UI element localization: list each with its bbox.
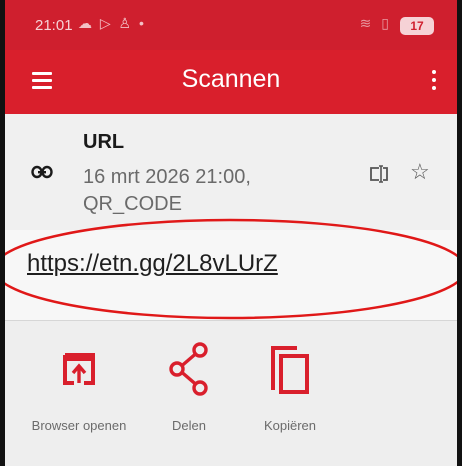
link-icon [31, 165, 53, 179]
url-content: https://etn.gg/2L8vLUrZ [5, 230, 457, 320]
app-bar: Scannen [0, 50, 462, 114]
open-browser-button[interactable]: Browser openen [29, 339, 129, 435]
battery-icon: 17 [400, 17, 434, 35]
result-type: URL [83, 131, 125, 153]
status-time: 21:01 [35, 17, 73, 34]
share-label: Delen [172, 418, 206, 433]
favorite-star-icon[interactable]: ☆ [410, 161, 430, 183]
copy-label: Kopiëren [263, 418, 317, 433]
share-button[interactable]: Delen [139, 339, 239, 435]
edit-text-icon[interactable] [369, 165, 389, 185]
copy-button[interactable]: Kopiëren [240, 339, 340, 435]
copy-icon [271, 346, 309, 394]
more-options-icon[interactable] [432, 70, 436, 90]
open-browser-label: Browser openen [31, 418, 127, 433]
app-screen: 21:01 ☁ ▷ ♙ • ≋ ▯ 17 Scannen URL 16 mrt … [0, 0, 462, 466]
signal-icons: ≋ ▯ [359, 15, 392, 31]
open-in-browser-icon [63, 353, 95, 385]
page-title: Scannen [181, 65, 281, 93]
notification-icons: ☁ ▷ ♙ • [78, 15, 146, 31]
result-header: URL 16 mrt 2026 21:00, QR_CODE ☆ [5, 114, 457, 230]
share-icon [169, 342, 208, 396]
url-link[interactable]: https://etn.gg/2L8vLUrZ [27, 250, 278, 278]
action-bar: Browser openen Delen Kopiëren [5, 321, 457, 466]
result-timestamp-format: 16 mrt 2026 21:00, QR_CODE [83, 166, 251, 215]
status-bar: 21:01 ☁ ▷ ♙ • ≋ ▯ 17 [0, 0, 462, 50]
